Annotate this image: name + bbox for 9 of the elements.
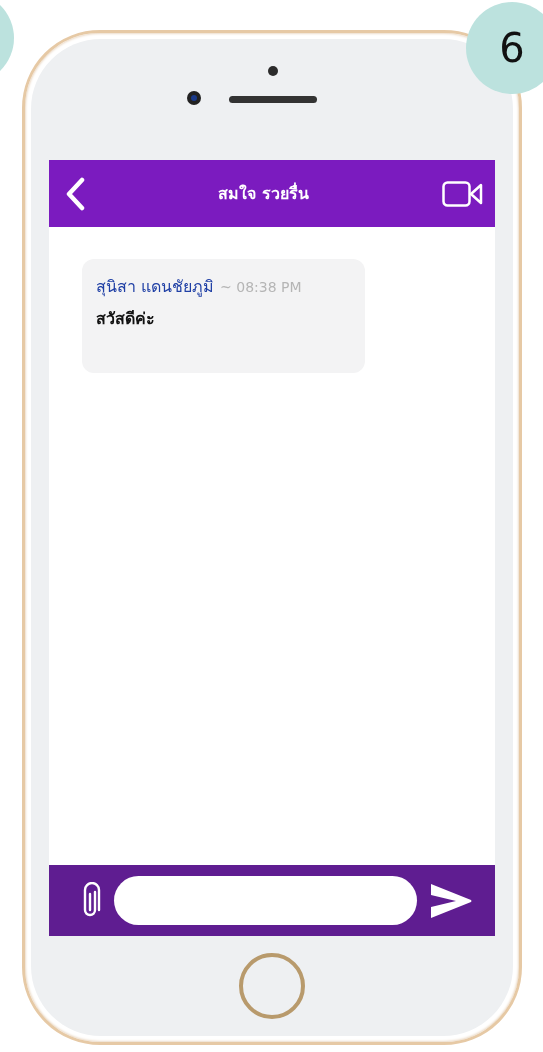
message-time: ~ 08:38 PM <box>220 279 302 295</box>
message-input-field[interactable] <box>114 876 417 925</box>
back-icon[interactable] <box>65 176 85 211</box>
send-icon[interactable] <box>430 882 472 919</box>
sender-name: สุนิสา แดนชัยภูมิ <box>96 277 215 296</box>
message-text: สวัสดีค่ะ <box>96 308 156 330</box>
step-badge: 6 <box>466 2 543 94</box>
video-camera-icon[interactable] <box>442 180 483 207</box>
chat-title: สมใจ รวยรื่น <box>218 181 309 205</box>
